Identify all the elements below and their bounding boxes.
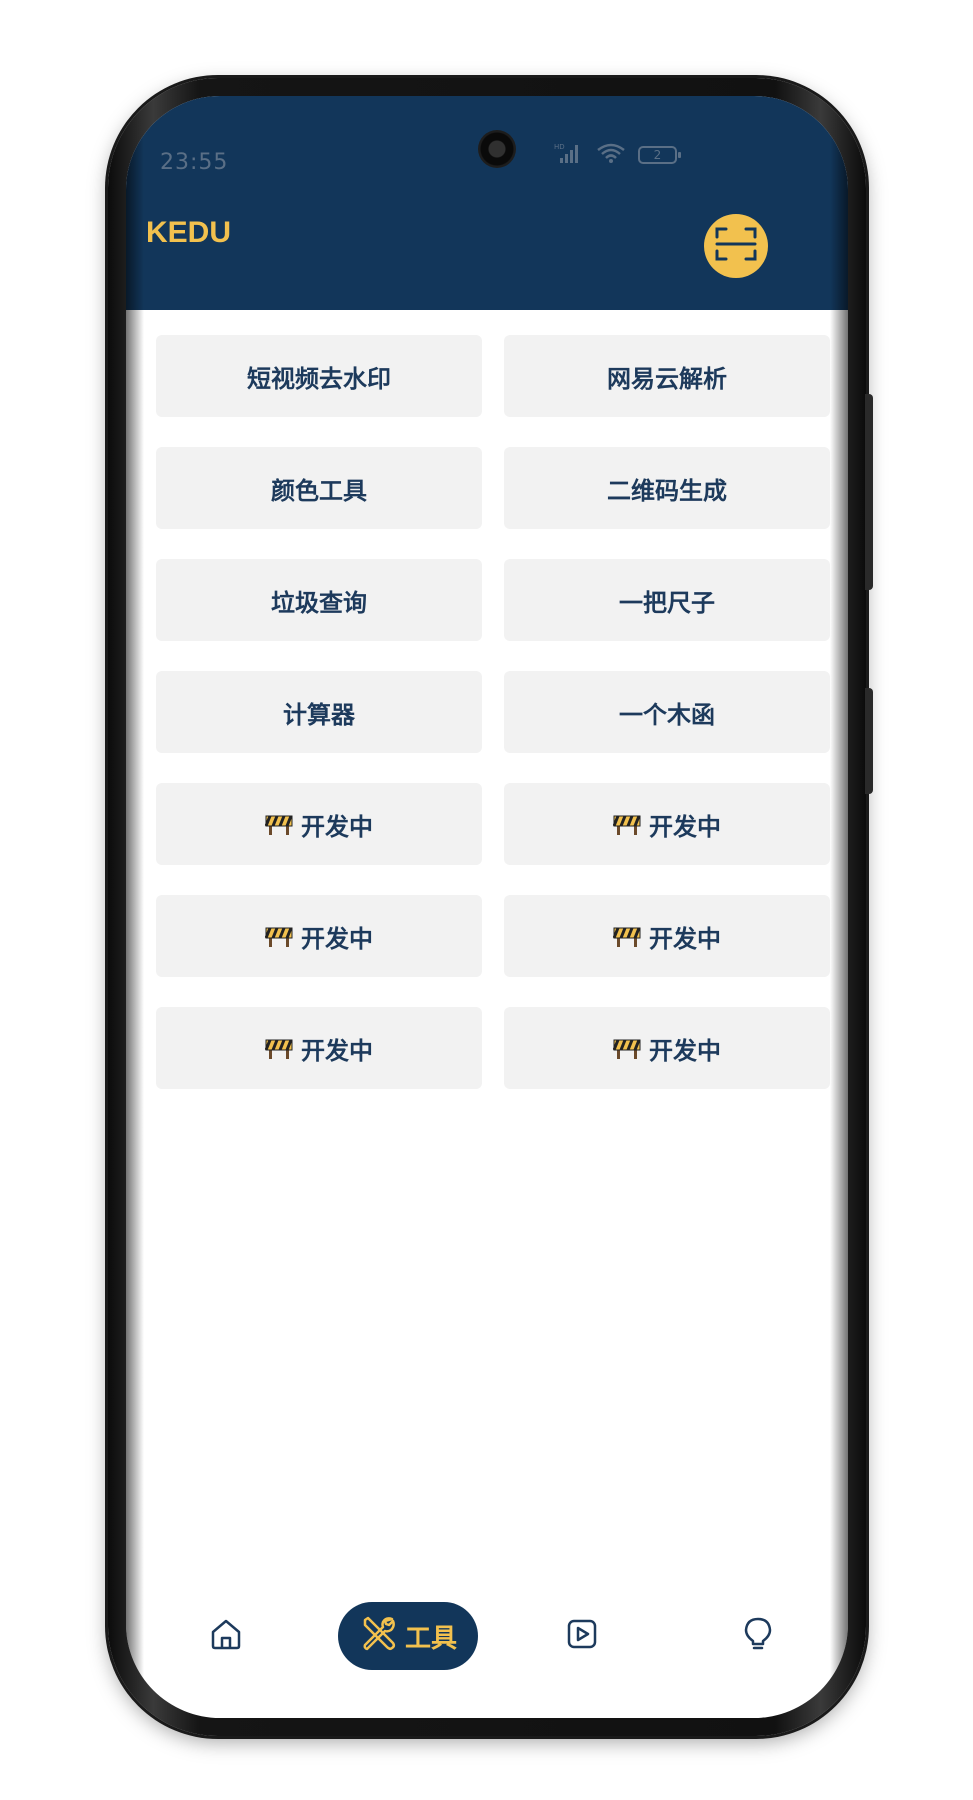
phone-screen: 23:55 HD 2 KEDU 短视频去水印 网易云解析 颜色工具 二维码生成 … [126, 96, 848, 1718]
scan-button[interactable] [704, 214, 768, 278]
tool-card-wip[interactable]: 开发中 [156, 1007, 482, 1089]
tool-card-label: 二维码生成 [607, 476, 727, 505]
tools-grid: 短视频去水印 网易云解析 颜色工具 二维码生成 垃圾查询 一把尺子 计算器 一个木函 开发中 开发… [156, 335, 830, 1089]
video-play-icon [566, 1618, 598, 1654]
lightbulb-icon [742, 1616, 774, 1656]
tool-card-wip[interactable]: 开发中 [504, 783, 830, 865]
app-title: KEDU [146, 216, 232, 249]
construction-barrier-icon [613, 812, 641, 836]
scan-frame-icon [715, 226, 757, 266]
tool-card-label: 短视频去水印 [247, 364, 391, 393]
construction-barrier-icon [265, 1036, 293, 1060]
tool-card-wip[interactable]: 开发中 [156, 895, 482, 977]
construction-barrier-icon [265, 812, 293, 836]
nav-ideas[interactable] [728, 1602, 788, 1670]
construction-barrier-icon [265, 924, 293, 948]
tool-card-label: 垃圾查询 [271, 588, 367, 617]
construction-barrier-icon [613, 924, 641, 948]
tool-card-label: 开发中 [649, 924, 721, 953]
network-label: HD [554, 143, 565, 151]
tool-card[interactable]: 颜色工具 [156, 447, 482, 529]
tool-card[interactable]: 计算器 [156, 671, 482, 753]
tool-card-label: 开发中 [301, 924, 373, 953]
tool-card-label: 开发中 [301, 1036, 373, 1065]
tool-card[interactable]: 一把尺子 [504, 559, 830, 641]
tool-card-label: 计算器 [283, 700, 355, 729]
tool-card-label: 开发中 [649, 1036, 721, 1065]
tool-card[interactable]: 二维码生成 [504, 447, 830, 529]
bottom-nav: 工具 [126, 1602, 848, 1718]
construction-barrier-icon [613, 1036, 641, 1060]
battery-icon: 2 [638, 145, 682, 165]
volume-button [865, 394, 873, 590]
battery-level: 2 [653, 148, 662, 162]
tool-card[interactable]: 一个木函 [504, 671, 830, 753]
nav-video[interactable] [552, 1602, 612, 1670]
signal-icon: HD [554, 142, 584, 168]
tools-icon [359, 1614, 399, 1658]
tool-card[interactable]: 短视频去水印 [156, 335, 482, 417]
status-icons: HD 2 [554, 142, 682, 168]
front-camera [478, 130, 516, 168]
power-button [865, 688, 873, 794]
tool-card-label: 开发中 [649, 812, 721, 841]
tool-card-label: 颜色工具 [271, 476, 367, 505]
home-icon [209, 1617, 243, 1655]
tool-card-wip[interactable]: 开发中 [504, 1007, 830, 1089]
tool-card-label: 一把尺子 [619, 588, 715, 617]
tool-card-label: 一个木函 [619, 700, 715, 729]
nav-tools-label: 工具 [404, 1623, 457, 1654]
phone-frame: 23:55 HD 2 KEDU 短视频去水印 网易云解析 颜色工具 二维码生成 … [108, 78, 873, 1736]
tool-card[interactable]: 网易云解析 [504, 335, 830, 417]
wifi-icon [596, 142, 626, 168]
nav-home[interactable] [196, 1602, 256, 1670]
tool-card-label: 开发中 [301, 812, 373, 841]
status-time: 23:55 [160, 150, 229, 175]
app-header: 23:55 HD 2 KEDU [126, 96, 848, 310]
tool-card[interactable]: 垃圾查询 [156, 559, 482, 641]
tool-card-wip[interactable]: 开发中 [504, 895, 830, 977]
nav-tools[interactable]: 工具 [338, 1602, 478, 1670]
tool-card-label: 网易云解析 [607, 364, 727, 393]
tool-card-wip[interactable]: 开发中 [156, 783, 482, 865]
